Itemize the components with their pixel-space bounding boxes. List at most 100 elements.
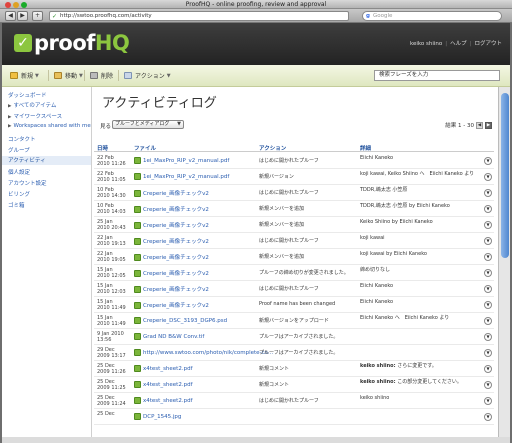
row-menu-button[interactable]: ▼ bbox=[484, 205, 492, 213]
filter-select[interactable]: プルーフとメディアログ ▼ bbox=[112, 120, 184, 129]
row-date-line2: 2010 14:03 bbox=[97, 209, 126, 215]
row-menu-button[interactable]: ▼ bbox=[484, 365, 492, 373]
delete-button[interactable]: 削除 bbox=[90, 71, 113, 80]
row-file-link[interactable]: 1ei_MaxPro_RIP_v2_manual.pdf bbox=[134, 157, 229, 164]
row-menu-button[interactable]: ▼ bbox=[484, 333, 492, 341]
action-button[interactable]: アクション ▼ bbox=[124, 71, 171, 80]
row-file-link[interactable]: Creperie_画像チェックv2 bbox=[134, 301, 209, 309]
row-menu-button[interactable]: ▼ bbox=[484, 317, 492, 325]
column-header-action[interactable]: アクション bbox=[259, 144, 286, 152]
row-file-link[interactable]: Creperie_画像チェックv2 bbox=[134, 205, 209, 213]
row-date-line2: 2010 11:49 bbox=[97, 305, 126, 311]
row-file-name: Creperie_画像チェックv2 bbox=[143, 287, 209, 293]
sidebar-item-activity[interactable]: アクティビティ bbox=[2, 156, 91, 165]
zoom-window-button[interactable] bbox=[21, 2, 27, 8]
next-page-button[interactable]: ▶ bbox=[485, 121, 492, 129]
proofhq-logo[interactable]: ✓ proofHQ bbox=[14, 29, 130, 57]
sidebar-item-dashboard[interactable]: ダッシュボード bbox=[8, 91, 47, 99]
row-file-link[interactable]: Creperie_画像チェックv2 bbox=[134, 285, 209, 293]
row-file-link[interactable]: http://www.swtoo.com/photo/nik/complete-… bbox=[134, 349, 273, 356]
horizontal-scrollbar[interactable] bbox=[2, 437, 510, 443]
prev-page-button[interactable]: ◀ bbox=[476, 121, 483, 129]
row-menu-button[interactable]: ▼ bbox=[484, 269, 492, 277]
search-input[interactable]: 検索フレーズを入力 bbox=[374, 70, 500, 81]
file-icon bbox=[134, 349, 141, 356]
row-file-link[interactable]: x4test_sheet2.pdf bbox=[134, 397, 193, 404]
table-row[interactable]: 9 Jan 2010 13:56 Grad ND B&W Conv.tif プルーフは… bbox=[94, 329, 494, 345]
row-menu-button[interactable]: ▼ bbox=[484, 381, 492, 389]
sidebar-item-my-workspaces[interactable]: マイワークスペース bbox=[8, 112, 62, 120]
sidebar-item-account-settings[interactable]: アカウント設定 bbox=[8, 179, 47, 187]
new-button[interactable]: 新規 ▼ bbox=[10, 71, 39, 80]
row-menu-button[interactable]: ▼ bbox=[484, 253, 492, 261]
table-row[interactable]: 25 Dec 2009 11:26 x4test_sheet2.pdf 新規コメント k… bbox=[94, 361, 494, 377]
add-bookmark-button[interactable]: + bbox=[32, 11, 43, 21]
row-file-link[interactable]: Grad ND B&W Conv.tif bbox=[134, 333, 204, 340]
vertical-scrollbar[interactable] bbox=[498, 87, 510, 437]
row-file-link[interactable]: x4test_sheet2.pdf bbox=[134, 381, 193, 388]
table-row[interactable]: 29 Dec 2009 13:17 http://www.swtoo.com/pho… bbox=[94, 345, 494, 361]
row-file-link[interactable]: 1ei_MaxPro_RIP_v2_manual.pdf bbox=[134, 173, 229, 180]
row-menu-button[interactable]: ▼ bbox=[484, 349, 492, 357]
row-detail: Eiichi Kaneko へ Eiichi Kaneko より bbox=[360, 315, 482, 321]
table-row[interactable]: 15 Jan 2010 12:05 Creperie_画像チェックv2 プルーフの締め… bbox=[94, 265, 494, 281]
row-menu-button[interactable]: ▼ bbox=[484, 285, 492, 293]
back-button[interactable]: ◀ bbox=[5, 11, 16, 21]
column-header-detail[interactable]: 詳細 bbox=[360, 144, 371, 152]
row-menu-button[interactable]: ▼ bbox=[484, 301, 492, 309]
column-header-file[interactable]: ファイル bbox=[134, 144, 156, 152]
help-link[interactable]: ヘルプ bbox=[450, 41, 467, 47]
row-file-link[interactable]: DCP_1545.jpg bbox=[134, 413, 181, 420]
sidebar-item-personal-settings[interactable]: 個人設定 bbox=[8, 168, 30, 176]
table-row[interactable]: 22 Feb 2010 11:26 1ei_MaxPro_RIP_v2_manual… bbox=[94, 153, 494, 169]
row-file-link[interactable]: Creperie_画像チェックv2 bbox=[134, 237, 209, 245]
move-button[interactable]: 移動 ▼ bbox=[54, 71, 83, 80]
logout-link[interactable]: ログアウト bbox=[474, 41, 502, 47]
row-menu-button[interactable]: ▼ bbox=[484, 237, 492, 245]
table-row[interactable]: 22 Feb 2010 11:05 1ei_MaxPro_RIP_v2_manual… bbox=[94, 169, 494, 185]
table-row[interactable]: 15 Jan 2010 11:49 Creperie_画像チェックv2 Proof n… bbox=[94, 297, 494, 313]
table-row[interactable]: 25 Dec DCP_1545.jpg ▼ bbox=[94, 409, 494, 425]
row-menu-button[interactable]: ▼ bbox=[484, 189, 492, 197]
row-file-name: http://www.swtoo.com/photo/nik/complete-… bbox=[143, 349, 274, 356]
table-row[interactable]: 25 Jan 2010 20:43 Creperie_画像チェックv2 新規メンバーを… bbox=[94, 217, 494, 233]
browser-search-field[interactable]: g Google bbox=[362, 11, 502, 21]
close-window-button[interactable] bbox=[5, 2, 11, 8]
row-menu-button[interactable]: ▼ bbox=[484, 157, 492, 165]
sidebar-item-billing[interactable]: ビリング bbox=[8, 190, 30, 198]
row-file-link[interactable]: Creperie_画像チェックv2 bbox=[134, 189, 209, 197]
row-date-line2: 2010 19:13 bbox=[97, 241, 126, 247]
table-row[interactable]: 25 Dec 2009 11:24 x4test_sheet2.pdf はじめに開かれ… bbox=[94, 393, 494, 409]
row-detail: koji kawai bbox=[360, 235, 482, 241]
row-file-link[interactable]: Creperie_画像チェックv2 bbox=[134, 269, 209, 277]
sidebar-item-all-items[interactable]: すべてのアイテム bbox=[8, 101, 56, 109]
row-file-link[interactable]: Creperie_画像チェックv2 bbox=[134, 221, 209, 229]
sidebar-item-shared-workspaces[interactable]: Workspaces shared with me bbox=[8, 123, 90, 129]
sidebar-item-groups[interactable]: グループ bbox=[8, 146, 30, 154]
row-menu-button[interactable]: ▼ bbox=[484, 173, 492, 181]
table-row[interactable]: 25 Dec 2009 11:25 x4test_sheet2.pdf 新規コメント k… bbox=[94, 377, 494, 393]
table-row[interactable]: 10 Feb 2010 14:03 Creperie_画像チェックv2 新規メンバーを… bbox=[94, 201, 494, 217]
table-row[interactable]: 22 Jan 2010 19:05 Creperie_画像チェックv2 新規メンバーを… bbox=[94, 249, 494, 265]
table-row[interactable]: 15 Jan 2010 12:03 Creperie_画像チェックv2 はじめに開かれ… bbox=[94, 281, 494, 297]
row-file-name: x4test_sheet2.pdf bbox=[143, 397, 193, 404]
address-bar[interactable]: ✓ http://swtoo.proofhq.com/activity bbox=[49, 11, 349, 21]
table-row[interactable]: 10 Feb 2010 14:30 Creperie_画像チェックv2 はじめに開かれ… bbox=[94, 185, 494, 201]
row-menu-button[interactable]: ▼ bbox=[484, 413, 492, 421]
scroll-thumb[interactable] bbox=[501, 93, 509, 258]
row-file-link[interactable]: Creperie_画像チェックv2 bbox=[134, 253, 209, 261]
row-menu-button[interactable]: ▼ bbox=[484, 397, 492, 405]
minimize-window-button[interactable] bbox=[13, 2, 19, 8]
forward-button[interactable]: ▶ bbox=[17, 11, 28, 21]
row-menu-button[interactable]: ▼ bbox=[484, 221, 492, 229]
table-row[interactable]: 22 Jan 2010 19:13 Creperie_画像チェックv2 はじめに開かれ… bbox=[94, 233, 494, 249]
sidebar-item-contacts[interactable]: コンタクト bbox=[8, 135, 36, 143]
row-action: 新規メンバーを追加 bbox=[259, 222, 305, 228]
column-header-date[interactable]: 日時 bbox=[97, 144, 108, 152]
table-row[interactable]: 15 Jan 2010 11:49 Creperie_DSC_3193_DGP6.p… bbox=[94, 313, 494, 329]
sidebar-item-trash[interactable]: ゴミ箱 bbox=[8, 201, 25, 209]
row-date: 9 Jan 2010 13:56 bbox=[97, 331, 133, 343]
row-date: 25 Dec 2009 11:26 bbox=[97, 363, 133, 375]
row-file-link[interactable]: x4test_sheet2.pdf bbox=[134, 365, 193, 372]
row-file-link[interactable]: Creperie_DSC_3193_DGP6.psd bbox=[134, 317, 227, 324]
